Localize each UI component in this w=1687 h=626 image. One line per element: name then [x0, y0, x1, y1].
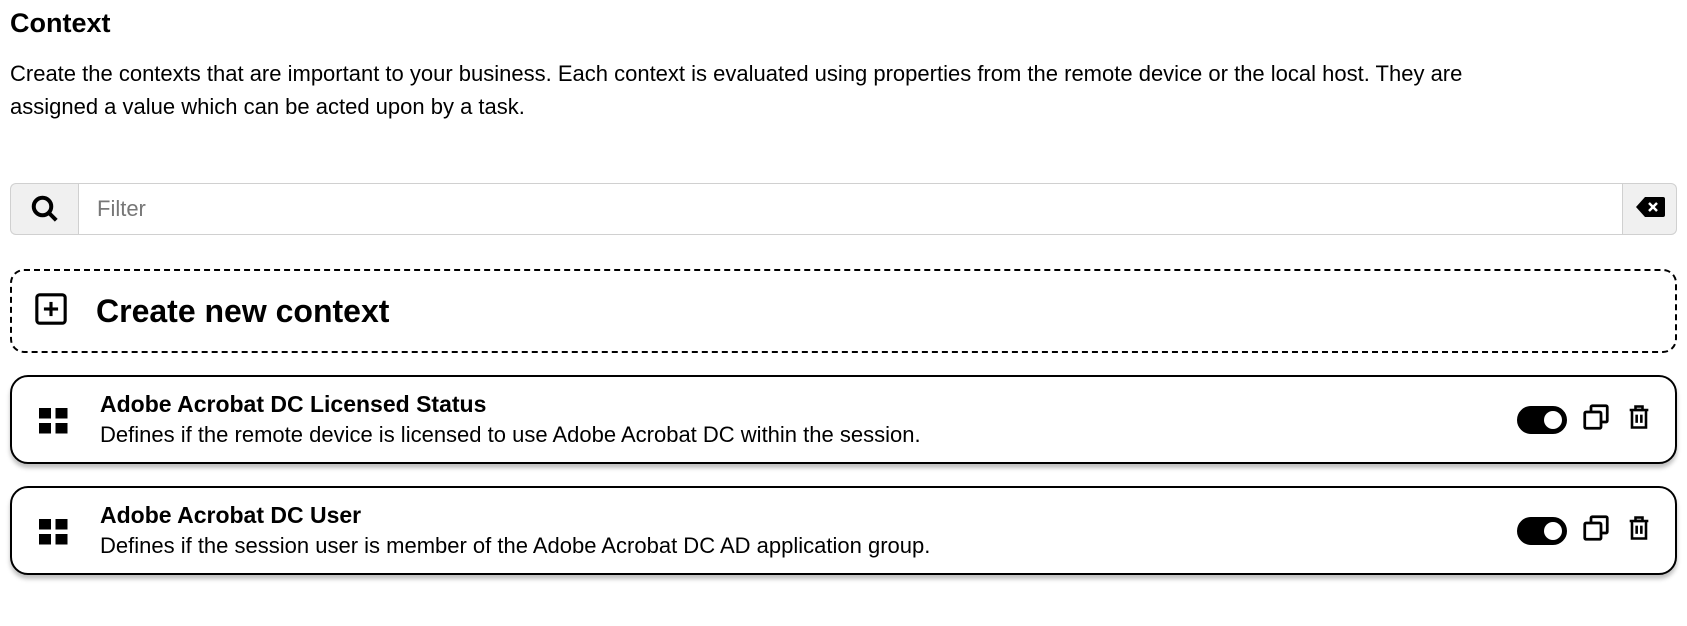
enable-toggle[interactable] [1517, 406, 1567, 434]
filter-input[interactable] [78, 183, 1623, 235]
context-card[interactable]: Adobe Acrobat DC Licensed Status Defines… [10, 375, 1677, 464]
page-title: Context [10, 8, 1677, 39]
backspace-icon [1635, 195, 1665, 224]
copy-button[interactable] [1581, 513, 1611, 548]
clear-filter-button[interactable] [1623, 183, 1677, 235]
context-description: Defines if the remote device is licensed… [100, 422, 1491, 448]
context-card-body: Adobe Acrobat DC Licensed Status Defines… [100, 391, 1491, 448]
context-title: Adobe Acrobat DC Licensed Status [100, 391, 1491, 418]
create-context-label: Create new context [96, 293, 389, 330]
trash-icon [1625, 513, 1653, 548]
page-description: Create the contexts that are important t… [10, 57, 1510, 123]
copy-icon [1581, 402, 1611, 437]
plus-box-icon [34, 292, 68, 331]
create-context-button[interactable]: Create new context [10, 269, 1677, 353]
context-actions [1517, 402, 1653, 437]
copy-icon [1581, 513, 1611, 548]
context-actions [1517, 513, 1653, 548]
search-icon [10, 183, 78, 235]
copy-button[interactable] [1581, 402, 1611, 437]
grid-icon [34, 513, 74, 549]
filter-bar [10, 183, 1677, 235]
context-title: Adobe Acrobat DC User [100, 502, 1491, 529]
delete-button[interactable] [1625, 402, 1653, 437]
trash-icon [1625, 402, 1653, 437]
context-card[interactable]: Adobe Acrobat DC User Defines if the ses… [10, 486, 1677, 575]
grid-icon [34, 402, 74, 438]
context-card-body: Adobe Acrobat DC User Defines if the ses… [100, 502, 1491, 559]
delete-button[interactable] [1625, 513, 1653, 548]
context-description: Defines if the session user is member of… [100, 533, 1491, 559]
enable-toggle[interactable] [1517, 517, 1567, 545]
